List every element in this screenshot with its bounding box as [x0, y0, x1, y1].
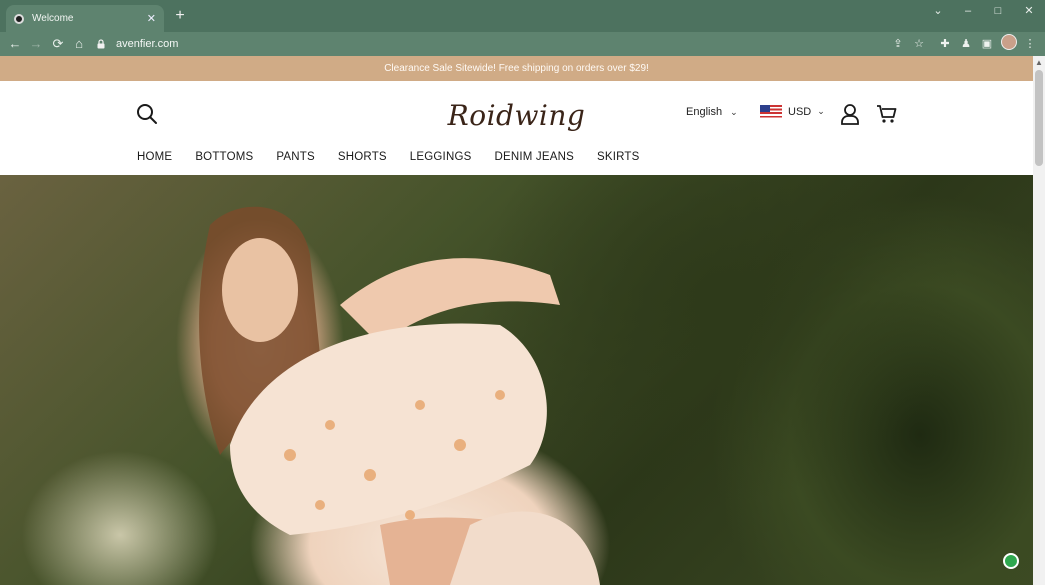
web-page: Clearance Sale Sitewide! Free shipping o…	[0, 56, 1045, 585]
main-navigation: HOME BOTTOMS PANTS SHORTS LEGGINGS DENIM…	[137, 151, 663, 163]
scroll-up-arrow-icon[interactable]: ▲	[1035, 58, 1043, 67]
currency-label: USD	[788, 105, 812, 118]
chevron-down-icon: ⌄	[817, 106, 825, 116]
side-panel-icon[interactable]: ▣	[979, 36, 995, 52]
lock-icon	[97, 39, 105, 49]
us-flag-icon	[760, 105, 782, 118]
url-text: avenfier.com	[116, 38, 179, 50]
nav-denim-jeans[interactable]: DENIM JEANS	[494, 151, 574, 163]
back-arrow-icon[interactable]: ←	[6, 35, 24, 53]
address-bar[interactable]: avenfier.com	[96, 34, 936, 54]
bookmark-star-icon[interactable]: ☆	[911, 36, 927, 52]
tab-title: Welcome	[32, 13, 74, 24]
user-icon[interactable]	[840, 103, 860, 125]
minimize-icon[interactable]: –	[960, 4, 976, 18]
currency-selector[interactable]: USD ⌄	[760, 105, 825, 118]
hero-banner-image[interactable]	[0, 175, 1033, 585]
nav-shorts[interactable]: SHORTS	[338, 151, 387, 163]
nav-bottoms[interactable]: BOTTOMS	[195, 151, 253, 163]
browser-toolbar: ← → ⟳ ⌂ avenfier.com ⇪ ☆ ✚ ♟ ▣ ⋮	[0, 32, 1045, 56]
hero-model-figure	[199, 206, 600, 585]
reload-icon[interactable]: ⟳	[49, 35, 67, 53]
browser-tab[interactable]: Welcome ✕	[6, 5, 164, 32]
tab-search-chevron-icon[interactable]: ⌄	[930, 4, 946, 18]
extension-icon[interactable]: ♟	[958, 36, 974, 52]
home-icon[interactable]: ⌂	[70, 35, 88, 53]
profile-avatar[interactable]	[1001, 34, 1017, 50]
forward-arrow-icon[interactable]: →	[27, 35, 45, 53]
chevron-down-icon: ⌄	[730, 106, 738, 117]
browser-tabbar: Welcome ✕ + ⌄ – □ ✕	[0, 0, 1045, 32]
nav-pants[interactable]: PANTS	[276, 151, 315, 163]
site-favicon-icon	[14, 13, 24, 24]
nav-leggings[interactable]: LEGGINGS	[410, 151, 472, 163]
cart-icon[interactable]	[876, 103, 898, 125]
language-selector[interactable]: English ⌄	[686, 106, 738, 118]
window-close-icon[interactable]: ✕	[1021, 4, 1037, 18]
language-label: English	[686, 106, 723, 118]
nav-home[interactable]: HOME	[137, 151, 172, 163]
new-tab-button[interactable]: +	[172, 7, 188, 25]
menu-kebab-icon[interactable]: ⋮	[1022, 36, 1038, 52]
extensions-puzzle-icon[interactable]: ✚	[937, 36, 953, 52]
scrollbar-thumb[interactable]	[1035, 70, 1043, 166]
maximize-icon[interactable]: □	[990, 4, 1006, 18]
announcement-bar[interactable]: Clearance Sale Sitewide! Free shipping o…	[0, 56, 1033, 81]
help-icon[interactable]	[1003, 553, 1019, 569]
share-icon[interactable]: ⇪	[890, 36, 906, 52]
tab-close-icon[interactable]: ✕	[147, 12, 156, 25]
site-header: Roidwing English ⌄ USD ⌄ HOME BOTTOMS PA…	[0, 81, 1033, 175]
nav-skirts[interactable]: SKIRTS	[597, 151, 640, 163]
